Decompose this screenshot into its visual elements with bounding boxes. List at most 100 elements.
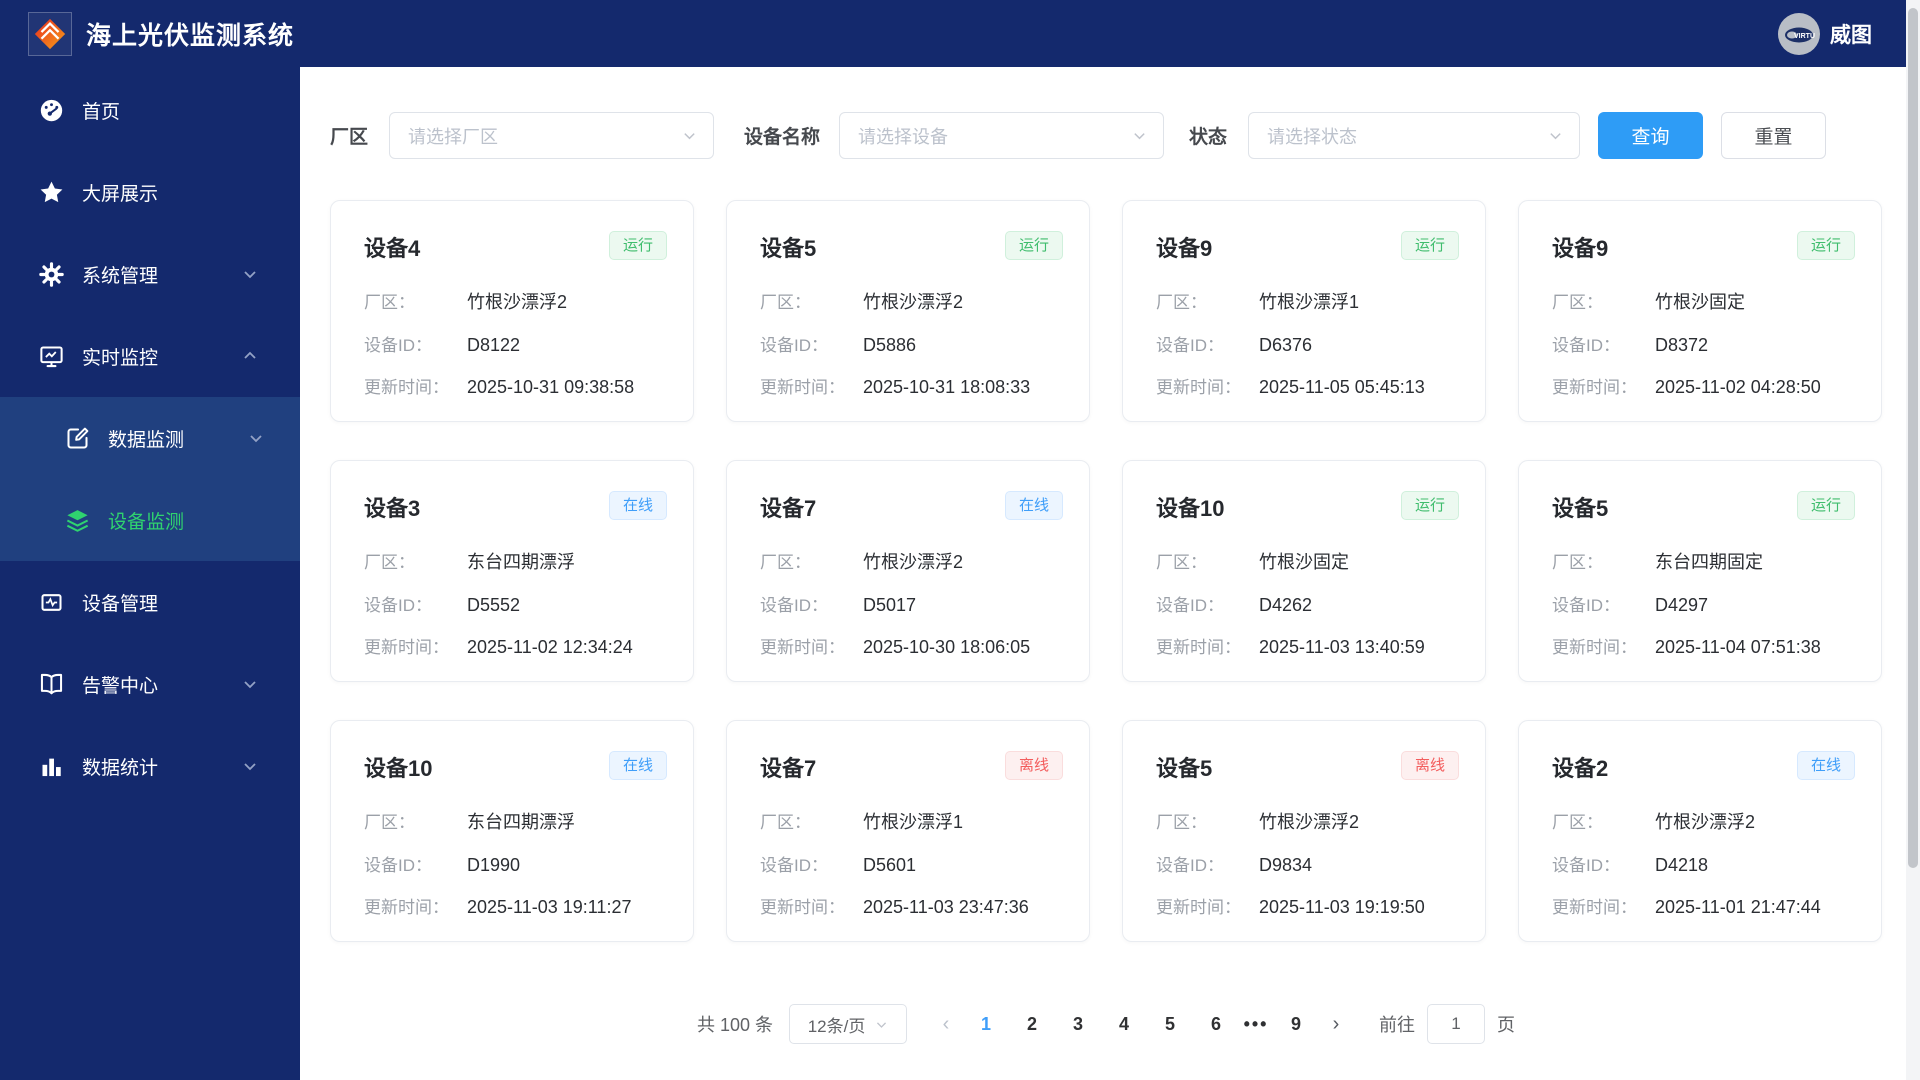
reset-button[interactable]: 重置	[1721, 112, 1827, 159]
sidebar-item-device-monitoring[interactable]: 设备监测	[0, 479, 300, 561]
farm-filter-label: 厂区	[330, 127, 369, 148]
device-card[interactable]: 设备4 运行 厂区： 竹根沙漂浮2 设备ID： D8122 更新时间： 2025…	[330, 200, 694, 422]
device-id-label: 设备ID：	[1552, 596, 1620, 615]
device-name: 设备5	[1156, 756, 1213, 781]
device-card[interactable]: 设备9 运行 厂区： 竹根沙漂浮1 设备ID： D6376 更新时间： 2025…	[1122, 200, 1486, 422]
device-id-value: D1990	[467, 855, 521, 875]
updated-value: 2025-10-31 09:38:58	[467, 377, 635, 397]
sidebar-item-system-management[interactable]: 系统管理	[0, 233, 300, 315]
updated-value: 2025-11-04 07:51:38	[1655, 637, 1821, 657]
device-card[interactable]: 设备5 运行 厂区： 东台四期固定 设备ID： D4297 更新时间： 2025…	[1518, 460, 1882, 682]
device-name: 设备7	[760, 756, 817, 781]
device-id-label: 设备ID：	[364, 596, 432, 615]
prev-page-button[interactable]: ‹	[929, 1013, 963, 1036]
device-card[interactable]: 设备7 在线 厂区： 竹根沙漂浮2 设备ID： D5017 更新时间： 2025…	[726, 460, 1090, 682]
device-id-label: 设备ID：	[1156, 856, 1224, 875]
device-name: 设备10	[1156, 496, 1225, 521]
farm-value: 东台四期固定	[1655, 552, 1763, 572]
updated-value: 2025-11-02 04:28:50	[1655, 377, 1821, 397]
page-ellipsis[interactable]: •••	[1239, 1014, 1273, 1035]
goto-page-input[interactable]	[1427, 1004, 1486, 1044]
farm-value: 竹根沙漂浮2	[1655, 812, 1756, 832]
farm-label: 厂区：	[364, 813, 415, 832]
star-icon	[40, 181, 63, 202]
status-badge: 离线	[1004, 751, 1063, 780]
status-badge: 运行	[1796, 491, 1855, 520]
device-card[interactable]: 设备9 运行 厂区： 竹根沙固定 设备ID： D8372 更新时间： 2025-…	[1518, 200, 1882, 422]
chevron-down-icon	[250, 435, 262, 443]
search-button[interactable]: 查询	[1598, 112, 1704, 159]
farm-value: 竹根沙漂浮2	[863, 292, 964, 312]
status-badge: 离线	[1400, 751, 1459, 780]
farm-label: 厂区：	[1156, 553, 1207, 572]
page-number-6[interactable]: 6	[1199, 1014, 1233, 1035]
sidebar-item-label: 设备管理	[82, 593, 159, 615]
device-id-label: 设备ID：	[1552, 336, 1620, 355]
sidebar-item-big-screen[interactable]: 大屏展示	[0, 151, 300, 233]
page-number-2[interactable]: 2	[1015, 1014, 1049, 1035]
device-card[interactable]: 设备7 离线 厂区： 竹根沙漂浮1 设备ID： D5601 更新时间： 2025…	[726, 720, 1090, 942]
svg-text:VIRTU: VIRTU	[1794, 33, 1815, 40]
updated-label: 更新时间：	[1552, 378, 1637, 397]
updated-label: 更新时间：	[760, 378, 845, 397]
device-filter-label: 设备名称	[744, 127, 821, 148]
main-content: 厂区 请选择厂区 设备名称 请选择设备 状态 请选择状态 查询 重置 设备4 运…	[300, 67, 1920, 1080]
status-select[interactable]: 请选择状态	[1248, 112, 1581, 159]
updated-value: 2025-11-02 12:34:24	[467, 637, 633, 657]
sidebar-item-home[interactable]: 首页	[0, 69, 300, 151]
sidebar-item-alarm-center[interactable]: 告警中心	[0, 643, 300, 725]
status-badge: 运行	[1400, 231, 1459, 260]
farm-label: 厂区：	[1552, 293, 1603, 312]
layers-icon	[66, 509, 89, 532]
device-card[interactable]: 设备5 离线 厂区： 竹根沙漂浮2 设备ID： D9834 更新时间： 2025…	[1122, 720, 1486, 942]
sidebar-item-device-management[interactable]: 设备管理	[0, 561, 300, 643]
page-number-1[interactable]: 1	[969, 1014, 1003, 1035]
updated-label: 更新时间：	[364, 378, 449, 397]
device-card-grid: 设备4 运行 厂区： 竹根沙漂浮2 设备ID： D8122 更新时间： 2025…	[330, 200, 1882, 942]
sidebar-item-label: 首页	[82, 101, 121, 123]
page-number-5[interactable]: 5	[1153, 1014, 1187, 1035]
farm-label: 厂区：	[1156, 813, 1207, 832]
app-logo	[28, 11, 72, 56]
farm-label: 厂区：	[1552, 813, 1603, 832]
page-number-last[interactable]: 9	[1279, 1014, 1313, 1035]
device-name: 设备9	[1156, 236, 1213, 261]
chevron-down-icon	[877, 1021, 887, 1028]
farm-select-placeholder: 请选择厂区	[408, 126, 499, 147]
sidebar-item-label: 告警中心	[82, 675, 159, 697]
device-card[interactable]: 设备2 在线 厂区： 竹根沙漂浮2 设备ID： D4218 更新时间： 2025…	[1518, 720, 1882, 942]
farm-label: 厂区：	[364, 293, 415, 312]
brand-area: 海上光伏监测系统	[28, 11, 294, 56]
goto-suffix: 页	[1497, 1015, 1516, 1035]
page-number-4[interactable]: 4	[1107, 1014, 1141, 1035]
chevron-down-icon	[1134, 133, 1145, 140]
chevron-up-icon	[244, 351, 256, 359]
next-page-button[interactable]: ›	[1319, 1013, 1353, 1036]
page-number-3[interactable]: 3	[1061, 1014, 1095, 1035]
device-card[interactable]: 设备10 在线 厂区： 东台四期漂浮 设备ID： D1990 更新时间： 202…	[330, 720, 694, 942]
device-id-value: D8122	[467, 335, 521, 355]
device-name: 设备9	[1552, 236, 1609, 261]
status-badge: 运行	[608, 231, 667, 260]
red-diamond-logo-icon	[34, 18, 66, 49]
status-badge: 在线	[608, 751, 667, 780]
scrollbar-thumb[interactable]	[1908, 8, 1918, 868]
farm-select[interactable]: 请选择厂区	[389, 112, 715, 159]
device-card[interactable]: 设备5 运行 厂区： 竹根沙漂浮2 设备ID： D5886 更新时间： 2025…	[726, 200, 1090, 422]
farm-label: 厂区：	[760, 553, 811, 572]
device-id-value: D9834	[1259, 855, 1313, 875]
gear-icon	[39, 261, 64, 287]
sidebar-item-data-statistics[interactable]: 数据统计	[0, 725, 300, 807]
sidebar-item-realtime-monitoring[interactable]: 实时监控	[0, 315, 300, 397]
device-card[interactable]: 设备3 在线 厂区： 东台四期漂浮 设备ID： D5552 更新时间： 2025…	[330, 460, 694, 682]
farm-label: 厂区：	[1552, 553, 1603, 572]
device-id-label: 设备ID：	[1156, 336, 1224, 355]
device-card[interactable]: 设备10 运行 厂区： 竹根沙固定 设备ID： D4262 更新时间： 2025…	[1122, 460, 1486, 682]
device-select[interactable]: 请选择设备	[839, 112, 1165, 159]
bar-chart-icon	[42, 758, 61, 776]
sidebar-item-data-monitoring[interactable]: 数据监测	[0, 397, 300, 479]
book-icon	[40, 673, 63, 694]
sidebar-item-label: 实时监控	[82, 347, 159, 369]
updated-value: 2025-10-30 18:06:05	[863, 637, 1031, 657]
page-size-select[interactable]: 12条/页	[789, 1004, 908, 1044]
